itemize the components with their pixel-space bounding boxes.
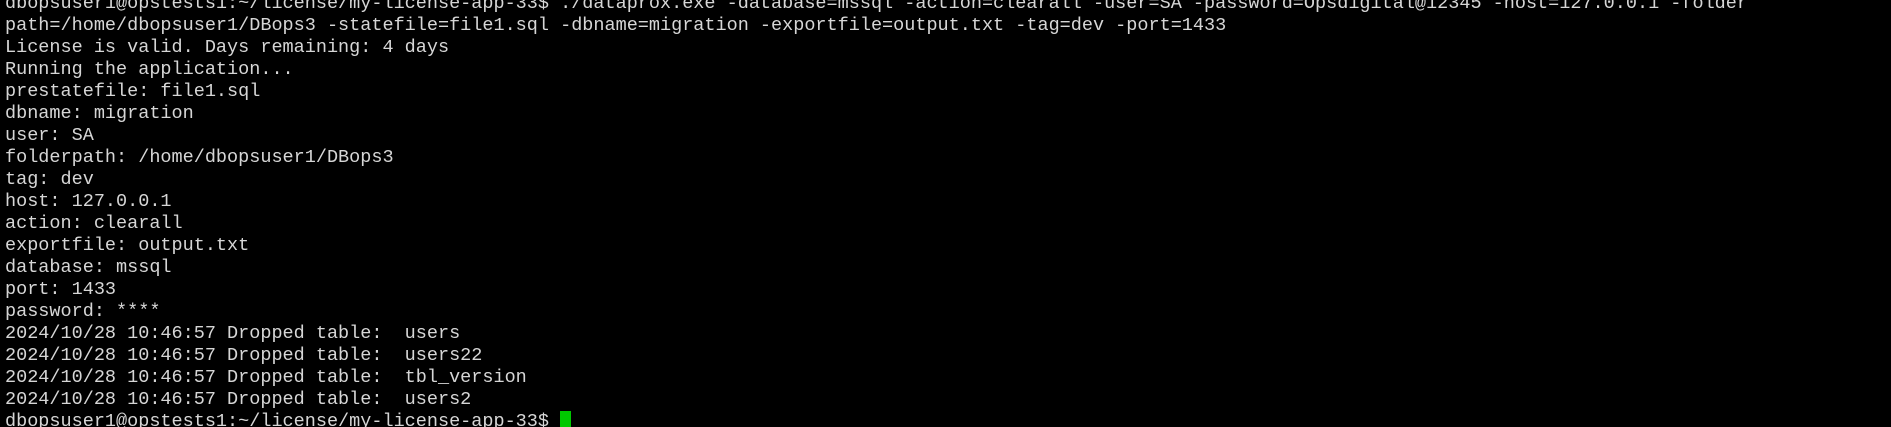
terminal-line-host: host: 127.0.0.1 <box>5 191 172 212</box>
terminal-line-tag: tag: dev <box>5 169 94 190</box>
terminal-line-dropped-table: 2024/10/28 10:46:57 Dropped table: users <box>5 323 461 344</box>
terminal-line-user: user: SA <box>5 125 94 146</box>
terminal-cursor <box>560 411 572 427</box>
terminal-line-password: password: **** <box>5 301 161 322</box>
terminal-line-port: port: 1433 <box>5 279 117 300</box>
terminal-line-running: Running the application... <box>5 59 294 80</box>
terminal-line-dropped-table: 2024/10/28 10:46:57 Dropped table: users… <box>5 389 472 410</box>
terminal-output: dbopsuser1@opstests1:~/license/my-licens… <box>5 0 1891 427</box>
terminal-line-license: License is valid. Days remaining: 4 days <box>5 37 450 58</box>
terminal-line-dbname: dbname: migration <box>5 103 194 124</box>
terminal-line-exportfile: exportfile: output.txt <box>5 235 250 256</box>
shell-prompt: dbopsuser1@opstests1:~/license/my-licens… <box>5 411 561 427</box>
terminal-line-dropped-table: 2024/10/28 10:46:57 Dropped table: tbl_v… <box>5 367 527 388</box>
terminal-window[interactable]: dbopsuser1@opstests1:~/license/my-licens… <box>0 0 1891 427</box>
terminal-line-command: dbopsuser1@opstests1:~/license/my-licens… <box>5 0 1748 14</box>
terminal-line-database: database: mssql <box>5 257 172 278</box>
terminal-line-command-continued: path=/home/dbopsuser1/DBops3 -statefile=… <box>5 15 1227 36</box>
terminal-prompt-line[interactable]: dbopsuser1@opstests1:~/license/my-licens… <box>5 411 1891 427</box>
terminal-line-action: action: clearall <box>5 213 183 234</box>
terminal-line-prestatefile: prestatefile: file1.sql <box>5 81 261 102</box>
terminal-line-folderpath: folderpath: /home/dbopsuser1/DBops3 <box>5 147 394 168</box>
terminal-line-dropped-table: 2024/10/28 10:46:57 Dropped table: users… <box>5 345 483 366</box>
